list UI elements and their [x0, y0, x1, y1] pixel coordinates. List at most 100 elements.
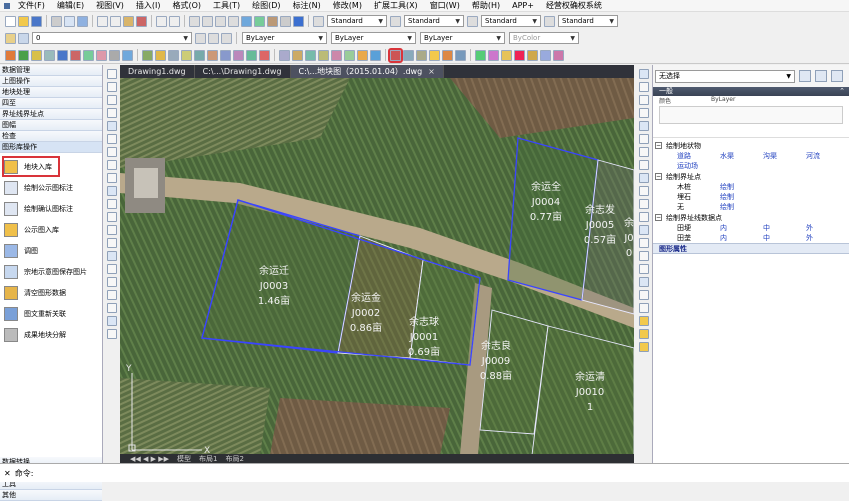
menu-dimension[interactable]: 标注(N)	[293, 0, 321, 11]
modify-tool-icon[interactable]	[639, 81, 649, 92]
draw-tool-icon[interactable]	[107, 224, 117, 235]
feature-option[interactable]: 绘制	[720, 202, 763, 212]
feature-option[interactable]: 河流	[806, 151, 849, 161]
modify-tool-icon[interactable]	[639, 250, 649, 261]
land-tool-icon[interactable]	[279, 49, 290, 61]
draw-tool-icon[interactable]	[107, 146, 117, 157]
section-check[interactable]: 检查	[0, 131, 102, 142]
land-tool-icon[interactable]	[488, 49, 499, 61]
modify-tool-icon[interactable]	[639, 211, 649, 222]
publish-icon[interactable]	[77, 15, 88, 27]
land-tool-icon[interactable]	[57, 49, 68, 61]
modify-tool-icon[interactable]	[639, 120, 649, 131]
land-tool-icon[interactable]	[527, 49, 538, 61]
linetype-combo[interactable]: ByLayer ▼	[331, 32, 416, 44]
preview-icon[interactable]	[64, 15, 75, 27]
modify-tool-icon[interactable]	[639, 159, 649, 170]
modify-tool-icon[interactable]	[639, 146, 649, 157]
land-tool-icon[interactable]	[44, 49, 55, 61]
menu-tools[interactable]: 工具(T)	[213, 0, 240, 11]
draw-confirm-label-item[interactable]: 绘制确认图标注	[0, 198, 102, 219]
text-style-combo[interactable]: Standard ▼	[327, 15, 387, 27]
tab-nav-icon[interactable]: ◀◀ ◀ ▶ ▶▶	[130, 455, 169, 463]
quick-select-icon[interactable]	[799, 70, 811, 82]
print-icon[interactable]	[51, 15, 62, 27]
draw-tool-icon[interactable]	[107, 68, 117, 79]
land-tool-icon[interactable]	[31, 49, 42, 61]
land-tool-icon[interactable]	[181, 49, 192, 61]
collapse-icon[interactable]: −	[655, 173, 662, 180]
land-tool-icon[interactable]	[344, 49, 355, 61]
draw-tool-icon[interactable]	[107, 198, 117, 209]
copy-icon[interactable]	[110, 15, 121, 27]
feature-name[interactable]: 道路	[677, 151, 720, 161]
selection-combo[interactable]: 无选择 ▼	[655, 69, 795, 83]
modify-tool-icon[interactable]	[639, 185, 649, 196]
modify-tool-icon[interactable]	[639, 328, 649, 339]
menu-help[interactable]: 帮助(H)	[472, 0, 500, 11]
calculator-icon[interactable]	[280, 15, 291, 27]
land-tool-icon[interactable]	[540, 49, 551, 61]
dim-style-combo[interactable]: Standard ▼	[404, 15, 464, 27]
modify-tool-icon[interactable]	[639, 263, 649, 274]
feature-option[interactable]: 绘制	[720, 182, 763, 192]
collapse-icon[interactable]: −	[655, 142, 662, 149]
tab-drawing1[interactable]: Drawing1.dwg	[120, 65, 195, 78]
land-tool-icon[interactable]	[403, 49, 414, 61]
save-icon[interactable]	[31, 15, 42, 27]
section-boundary-lines-points[interactable]: 界址线界址点	[0, 109, 102, 120]
open-folder-icon[interactable]	[18, 15, 29, 27]
draw-tool-icon[interactable]	[107, 250, 117, 261]
layer-iso-icon[interactable]	[221, 32, 232, 44]
highlighted-land-tool-icon[interactable]	[388, 47, 403, 63]
zoom-realtime-icon[interactable]	[202, 15, 213, 27]
feature-name[interactable]: 运动场	[677, 161, 720, 171]
draw-tool-icon[interactable]	[107, 185, 117, 196]
feature-option[interactable]: 内	[720, 233, 763, 243]
menu-modify[interactable]: 修改(M)	[333, 0, 362, 11]
menu-view[interactable]: 视图(V)	[96, 0, 124, 11]
select-objects-icon[interactable]	[815, 70, 827, 82]
land-tool-icon[interactable]	[429, 49, 440, 61]
menu-draw[interactable]: 绘图(D)	[252, 0, 280, 11]
land-tool-icon[interactable]	[96, 49, 107, 61]
menu-insert[interactable]: 插入(I)	[136, 0, 161, 11]
draw-tool-icon[interactable]	[107, 120, 117, 131]
color-combo[interactable]: ByLayer ▼	[242, 32, 327, 44]
draw-tool-icon[interactable]	[107, 237, 117, 248]
collapse-icon[interactable]: ⌃	[839, 87, 845, 96]
draw-tool-icon[interactable]	[107, 302, 117, 313]
notice-import-item[interactable]: 公示图入库	[0, 219, 102, 240]
modify-tool-icon[interactable]	[639, 172, 649, 183]
menu-app[interactable]: APP+	[512, 1, 534, 10]
menu-window[interactable]: 窗口(W)	[430, 0, 460, 11]
modify-tool-icon[interactable]	[639, 133, 649, 144]
land-tool-icon[interactable]	[442, 49, 453, 61]
land-tool-icon[interactable]	[155, 49, 166, 61]
collapse-icon[interactable]: −	[655, 214, 662, 221]
menu-format[interactable]: 格式(O)	[172, 0, 201, 11]
tree-group[interactable]: − 绘制地状物	[653, 140, 849, 151]
draw-tool-icon[interactable]	[107, 133, 117, 144]
modify-tool-icon[interactable]	[639, 302, 649, 313]
lineweight-combo[interactable]: ByLayer ▼	[420, 32, 505, 44]
feature-option[interactable]: 水渠	[720, 151, 763, 161]
tree-group[interactable]: − 绘制界址线数据点	[653, 212, 849, 223]
plotstyle-combo[interactable]: ByColor ▼	[509, 32, 579, 44]
modify-tool-icon[interactable]	[639, 198, 649, 209]
properties-icon[interactable]	[241, 15, 252, 27]
land-tool-icon[interactable]	[220, 49, 231, 61]
draw-tool-icon[interactable]	[107, 289, 117, 300]
land-tool-icon[interactable]	[331, 49, 342, 61]
tab-layout2[interactable]: 布局2	[225, 454, 243, 464]
modify-tool-icon[interactable]	[639, 341, 649, 352]
land-tool-icon[interactable]	[292, 49, 303, 61]
pan-icon[interactable]	[189, 15, 200, 27]
menu-file[interactable]: 文件(F)	[18, 0, 45, 11]
modify-tool-icon[interactable]	[639, 289, 649, 300]
section-parcel-processing[interactable]: 地块处理	[0, 87, 102, 98]
zoom-window-icon[interactable]	[215, 15, 226, 27]
tool-palette-icon[interactable]	[267, 15, 278, 27]
relink-graphic-text-item[interactable]: 图文重新关联	[0, 303, 102, 324]
modify-tool-icon[interactable]	[639, 68, 649, 79]
